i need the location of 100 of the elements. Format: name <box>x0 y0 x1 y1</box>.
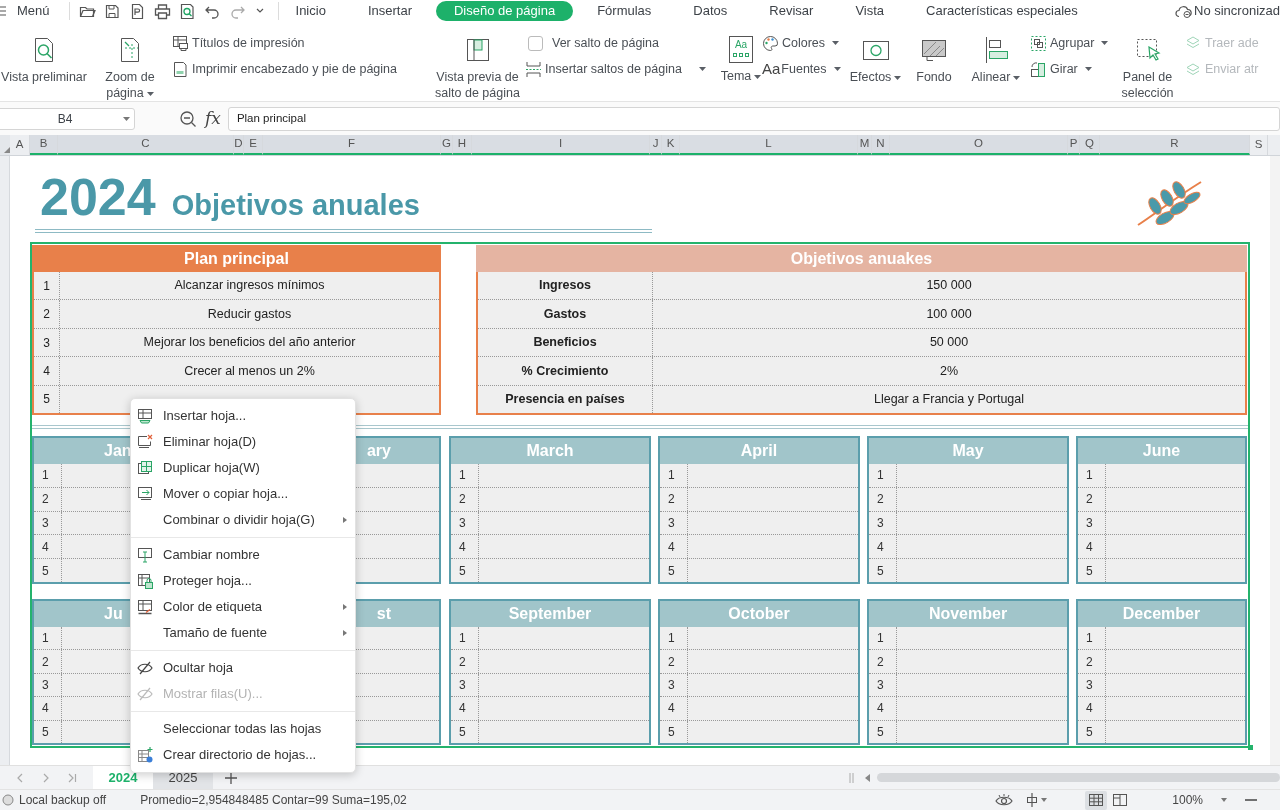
column-header[interactable]: G <box>441 135 453 155</box>
select-all-icon[interactable] <box>4 147 10 153</box>
menu-item[interactable]: Ocultar hoja <box>131 655 355 681</box>
print-icon[interactable] <box>153 2 171 20</box>
menu-item[interactable]: Mover o copiar hoja... <box>131 481 355 507</box>
table-cell-text: Crecer al menos un 2% <box>184 362 315 380</box>
column-header[interactable]: K <box>662 135 680 155</box>
caret-icon <box>832 41 840 45</box>
row-number: 3 <box>459 677 466 694</box>
column-header[interactable]: M <box>858 135 872 155</box>
caret-icon <box>833 67 841 71</box>
function-button[interactable]: fx <box>205 105 221 132</box>
crosshair-icon[interactable] <box>1025 793 1040 807</box>
row-number: 4 <box>42 700 49 718</box>
row-number: 2 <box>877 653 884 671</box>
split-handle-icon[interactable] <box>849 772 854 783</box>
column-header[interactable]: O <box>890 135 1068 155</box>
ribbon-button[interactable]: Alinear <box>966 22 1026 101</box>
ribbon-button[interactable]: Aa Tema <box>720 22 762 101</box>
column-header[interactable]: R <box>1100 135 1250 155</box>
caret-icon[interactable] <box>255 8 264 14</box>
ribbon-button[interactable]: Vista previa de salto de página <box>430 22 525 101</box>
ribbon-tab[interactable]: Fórmulas <box>579 1 670 21</box>
row-number: 4 <box>42 538 49 556</box>
ribbon-button[interactable]: Agrupar <box>1030 35 1120 51</box>
scroll-left-icon[interactable] <box>865 773 871 782</box>
month-header: September <box>451 601 649 627</box>
print-preview-icon[interactable] <box>178 2 196 20</box>
grid-icon <box>1089 794 1104 806</box>
ribbon-tab[interactable]: Datos <box>675 1 746 21</box>
zoom-level[interactable]: 100% <box>1172 791 1203 809</box>
ribbon-button[interactable]: Imprimir encabezado y pie de página <box>172 61 430 77</box>
save-icon[interactable] <box>103 2 121 20</box>
submenu-arrow-icon <box>343 604 347 610</box>
ribbon-button[interactable]: Fondo <box>909 22 959 101</box>
month-header: March <box>451 438 649 464</box>
ribbon-button[interactable]: Girar <box>1030 61 1120 77</box>
column-header[interactable]: A <box>10 135 30 155</box>
sheet-directory-icon <box>137 747 153 763</box>
column-header[interactable]: L <box>680 135 858 155</box>
menu-item[interactable]: Combinar o dividir hoja(G) <box>131 507 355 533</box>
menu-button[interactable]: Menú <box>17 1 50 21</box>
ribbon-button[interactable]: Insertar saltos de página <box>525 61 720 77</box>
column-header[interactable]: C <box>58 135 234 155</box>
lock-sheet-icon <box>137 573 153 589</box>
ribbon-button[interactable]: Vista preliminar <box>0 22 88 101</box>
table-cell-text: Alcanzar ingresos mínimos <box>174 277 325 295</box>
column-header[interactable]: S <box>1250 135 1268 155</box>
zoom-icon[interactable] <box>179 109 197 128</box>
group-icon <box>1030 34 1047 52</box>
caret-icon <box>1041 798 1048 802</box>
ribbon-button[interactable]: Panel de selección <box>1120 22 1175 101</box>
ribbon-tab[interactable]: Revisar <box>751 1 832 21</box>
menu-item[interactable]: Proteger hoja... <box>131 568 355 594</box>
column-header[interactable]: I <box>472 135 650 155</box>
month-header: May <box>869 438 1067 464</box>
column-header[interactable]: H <box>453 135 472 155</box>
checkbox[interactable] <box>528 35 543 51</box>
row-number: 1 <box>1086 630 1093 648</box>
row-number: 2 <box>42 653 49 671</box>
normal-view-button[interactable] <box>1085 790 1108 810</box>
name-box[interactable]: B4 <box>0 107 135 130</box>
page-layout-icon[interactable] <box>1113 794 1128 806</box>
caret-icon <box>1084 67 1092 71</box>
vertical-scrollbar[interactable] <box>1270 156 1280 765</box>
ribbon-tab[interactable]: Insertar <box>349 1 430 21</box>
row-number: 2 <box>459 653 466 671</box>
row-number: 2 <box>43 306 50 324</box>
column-header[interactable]: E <box>244 135 263 155</box>
row-number: 4 <box>668 538 675 556</box>
tag-color-icon <box>137 599 153 615</box>
eye-icon[interactable] <box>995 793 1014 807</box>
cloud-icon[interactable] <box>1175 4 1192 18</box>
ribbon-tab[interactable]: Características especiales <box>908 1 1096 21</box>
ribbon-button[interactable]: Efectos <box>848 22 903 101</box>
ribbon-tab[interactable]: Vista <box>837 1 903 21</box>
column-header[interactable]: N <box>872 135 890 155</box>
ribbon-button[interactable]: Títulos de impresión <box>172 35 430 51</box>
menu-item[interactable]: Seleccionar todas las hojas <box>131 716 355 742</box>
column-header[interactable]: J <box>650 135 662 155</box>
caret-icon <box>698 67 706 71</box>
table-header: Plan principal <box>32 245 441 272</box>
plus-icon[interactable] <box>225 771 237 784</box>
column-header[interactable]: F <box>263 135 441 155</box>
caret-icon[interactable] <box>1221 798 1227 802</box>
column-header[interactable]: B <box>30 135 58 155</box>
formula-field[interactable]: Plan principal <box>227 106 1280 131</box>
ribbon-button[interactable]: Zoom de página <box>99 22 161 101</box>
menu-item[interactable]: Crear directorio de hojas... <box>131 742 355 768</box>
ribbon-button[interactable]: Colores <box>762 35 848 51</box>
column-header[interactable]: Q <box>1080 135 1100 155</box>
menu-item[interactable]: Insertar hoja... <box>131 403 355 429</box>
ribbon-tab[interactable]: Inicio <box>277 1 344 21</box>
icon-text: Aa <box>762 58 781 79</box>
row-number: 2 <box>668 653 675 671</box>
column-header[interactable]: P <box>1068 135 1080 155</box>
delete-sheet-icon <box>137 434 153 450</box>
ribbon-button[interactable]: AaFuentes <box>762 61 848 77</box>
menu-item[interactable]: Cambiar nombre <box>131 542 355 568</box>
row-number: 4 <box>877 700 884 718</box>
